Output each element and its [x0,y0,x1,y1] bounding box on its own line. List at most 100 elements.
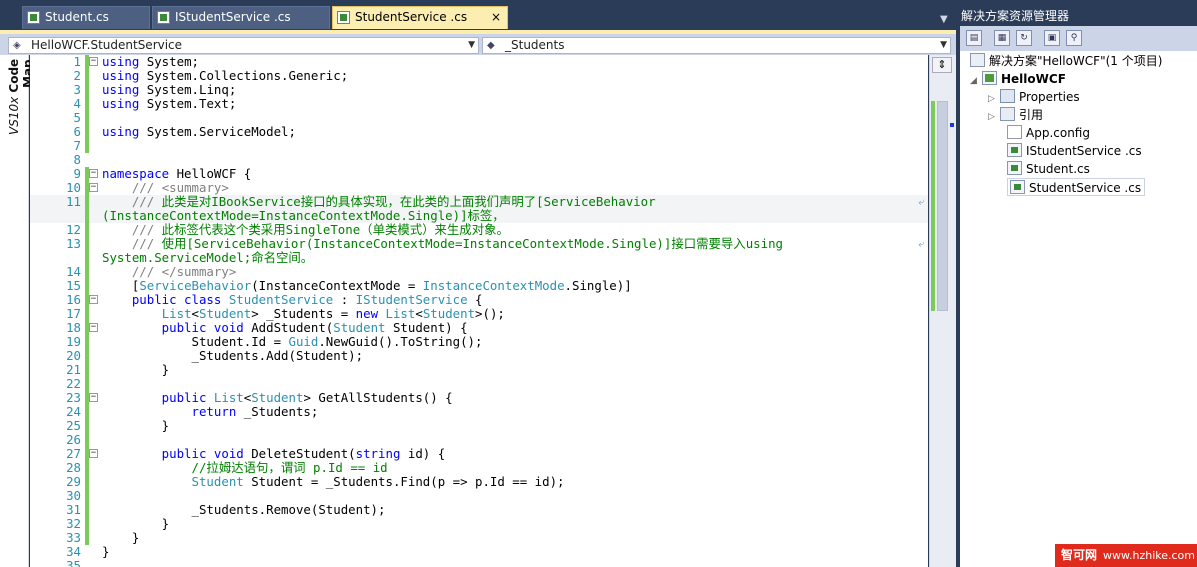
tree-item[interactable]: IStudentService .cs [988,142,1142,160]
code-line[interactable]: System.ServiceModel;命名空间。 [30,251,928,265]
class-diagram-icon[interactable]: ⚲ [1066,30,1082,46]
code-line[interactable]: 8 [30,153,928,167]
collapse-icon[interactable]: − [89,449,98,458]
code-line[interactable]: 27− public void DeleteStudent(string id)… [30,447,928,461]
change-indicator [85,461,89,475]
collapse-icon[interactable]: − [89,323,98,332]
code-line[interactable]: 31 _Students.Remove(Student); [30,503,928,517]
code-line[interactable]: 29 Student Student = _Students.Find(p =>… [30,475,928,489]
class-combo[interactable]: ◈ HelloWCF.StudentService ▼ [8,37,479,54]
collapse-icon[interactable]: − [89,57,98,66]
code-text: /// 此类是对IBookService接口的具体实现，在此类的上面我们声明了[… [102,194,656,209]
code-map-panel[interactable]: VS10x Code Map [0,55,35,567]
tab-studentservice-cs[interactable]: StudentService .cs × [332,6,508,29]
scrollbar-thumb[interactable] [937,101,948,311]
code-line[interactable]: 23− public List<Student> GetAllStudents(… [30,391,928,405]
folder-icon [1000,89,1015,103]
code-line[interactable]: 24 return _Students; [30,405,928,419]
tree-solution[interactable]: 解决方案"HelloWCF"(1 个项目) [970,52,1162,70]
change-indicator [85,139,89,153]
code-text: System.ServiceModel;命名空间。 [102,250,314,265]
change-indicator [85,377,89,391]
code-line[interactable]: 26 [30,433,928,447]
change-indicator [85,69,89,83]
code-line[interactable]: 20 _Students.Add(Student); [30,349,928,363]
line-number: 24 [66,404,81,419]
line-number: 16 [66,292,81,307]
watermark: 智可网 www.hzhike.com [1055,544,1197,567]
code-text: /// <summary> [102,180,229,195]
change-indicator [85,531,89,545]
code-line[interactable]: 18− public void AddStudent(Student Stude… [30,321,928,335]
code-line[interactable]: 19 Student.Id = Guid.NewGuid().ToString(… [30,335,928,349]
code-line[interactable]: 28 //拉姆达语句，谓词 p.Id == id [30,461,928,475]
tab-label: StudentService .cs [355,10,468,24]
code-text: Student Student = _Students.Find(p => p.… [102,474,565,489]
line-number: 10 [66,180,81,195]
properties-icon[interactable]: ▤ [966,30,982,46]
code-line[interactable]: 2 using System.Collections.Generic; [30,69,928,83]
code-line[interactable]: 16− public class StudentService : IStude… [30,293,928,307]
tab-dropdown-icon[interactable]: ▼ [940,14,948,25]
line-number: 1 [73,55,81,69]
split-window-button[interactable]: ⇕ [932,57,952,73]
code-line[interactable]: 3 using System.Linq; [30,83,928,97]
collapse-icon[interactable]: − [89,183,98,192]
line-number: 19 [66,334,81,349]
code-line[interactable]: 14 /// </summary> [30,265,928,279]
change-indicator [85,251,89,265]
code-line[interactable]: 7 [30,139,928,153]
change-indicator [85,307,89,321]
change-indicator [85,335,89,349]
code-line[interactable]: 4 using System.Text; [30,97,928,111]
close-tab-icon[interactable]: × [491,7,501,28]
collapse-arrow-icon[interactable]: ◢ [970,72,982,90]
tree-item[interactable]: ▷ 引用 [988,106,1043,124]
chevron-down-icon: ▼ [468,40,475,50]
code-editor[interactable]: 1− using System; 2 using System.Collections… [30,55,928,567]
line-number: 5 [73,110,81,125]
code-text: _Students.Remove(Student); [102,502,386,517]
code-line[interactable]: 34} [30,545,928,559]
tree-item-label: StudentService .cs [1029,181,1142,195]
tree-item[interactable]: App.config [988,124,1090,142]
change-indicator [85,503,89,517]
code-line[interactable]: 25 } [30,419,928,433]
code-line[interactable]: 35 [30,559,928,567]
editor-scrollbar[interactable]: ⇕ [929,55,956,567]
code-line[interactable]: 21 } [30,363,928,377]
code-line[interactable]: 22 [30,377,928,391]
code-line[interactable]: 32 } [30,517,928,531]
code-line[interactable]: 13 /// 使用[ServiceBehavior(InstanceContex… [30,237,928,251]
code-line[interactable]: 10− /// <summary> [30,181,928,195]
code-line[interactable]: 15 [ServiceBehavior(InstanceContextMode … [30,279,928,293]
tree-item[interactable]: StudentService .cs [1007,178,1146,196]
code-line[interactable]: 9− namespace HelloWCF { [30,167,928,181]
view-code-icon[interactable]: ▣ [1044,30,1060,46]
code-line[interactable]: 11 /// 此类是对IBookService接口的具体实现，在此类的上面我们声… [30,195,928,209]
code-line[interactable]: 5 [30,111,928,125]
solution-explorer-title: 解决方案资源管理器 [960,6,1197,26]
code-line[interactable]: 33 } [30,531,928,545]
code-line[interactable]: 6 using System.ServiceModel; [30,125,928,139]
code-line[interactable]: 30 [30,489,928,503]
code-line[interactable]: (InstanceContextMode=InstanceContextMode… [30,209,928,223]
project-icon [982,71,997,85]
code-line[interactable]: 12 /// 此标签代表这个类采用SingleTone（单类模式）来生成对象。 [30,223,928,237]
collapse-icon[interactable]: − [89,169,98,178]
code-line[interactable]: 1− using System; [30,55,928,69]
cs-file-icon [157,11,170,24]
tree-item[interactable]: Student.cs [988,160,1090,178]
collapse-icon[interactable]: − [89,295,98,304]
tree-item[interactable]: ▷ Properties [988,88,1080,106]
member-combo[interactable]: ◆ _Students ▼ [482,37,951,54]
refresh-icon[interactable]: ↻ [1016,30,1032,46]
collapse-icon[interactable]: − [89,393,98,402]
tab-istudentservice-cs[interactable]: IStudentService .cs [152,6,330,29]
tree-project[interactable]: ◢ HelloWCF [970,70,1066,88]
references-icon [1000,107,1015,121]
tab-student-cs[interactable]: Student.cs [22,6,150,29]
code-line[interactable]: 17 List<Student> _Students = new List<St… [30,307,928,321]
show-all-files-icon[interactable]: ▦ [994,30,1010,46]
line-number: 17 [66,306,81,321]
